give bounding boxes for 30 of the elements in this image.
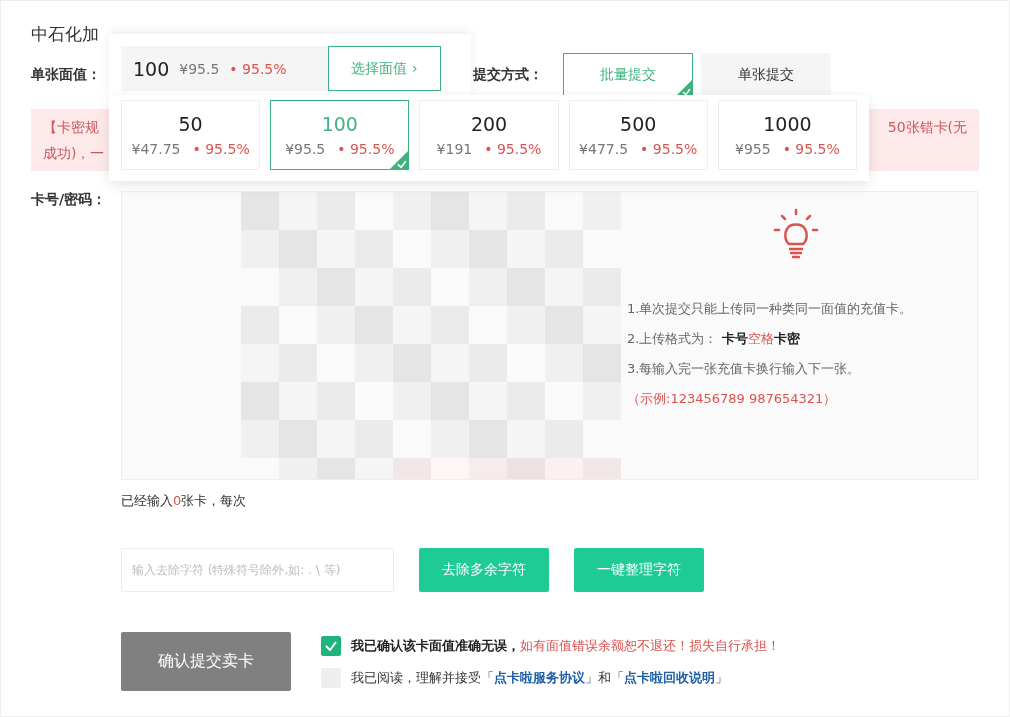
tip-text: 2.上传格式为： 卡号空格卡密	[627, 330, 801, 348]
card-input-area[interactable]: 1.单次提交只能上传同一种类同一面值的充值卡。 2.上传格式为： 卡号空格卡密 3.每输入完一张充值卡换行输入下一张。 （示例:123456789 987654321）	[121, 191, 978, 480]
warning-text: 50张错卡(无	[887, 119, 967, 137]
value-option[interactable]: 50 ¥47.75 • 95.5%	[121, 100, 261, 170]
value-option[interactable]: 100 ¥95.5 • 95.5%	[270, 100, 410, 170]
value-option[interactable]: 500 ¥477.5 • 95.5%	[568, 100, 708, 170]
warning-text: 成功)，一	[43, 145, 105, 163]
tip-text: （示例:123456789 987654321）	[627, 390, 838, 408]
amount-text: 100	[133, 57, 170, 80]
agreement-link[interactable]: 点卡啦回收说明	[624, 669, 715, 685]
checkbox[interactable]	[321, 635, 341, 656]
warning-text: 【卡密规	[43, 119, 100, 137]
agreement-text: 我已阅读，理解并接受「点卡啦服务协议」和「点卡啦回收说明」	[351, 668, 728, 687]
mode-option[interactable]: 单张提交	[701, 53, 831, 97]
field-label: 提交方式：	[473, 66, 544, 84]
page-title: 中石化加	[31, 23, 100, 46]
tip-text: 1.单次提交只能上传同一种类同一面值的充值卡。	[627, 300, 913, 318]
field-label: 卡号/密码：	[31, 191, 108, 209]
field-label: 单张面值：	[31, 66, 102, 84]
agreement-link[interactable]: 点卡啦服务协议	[494, 669, 585, 685]
strip-characters-field[interactable]: 输入去除字符 (特殊符号除外,如: . \ 等)	[121, 548, 394, 592]
rate-text: • 95.5%	[229, 60, 287, 77]
tip-text: 3.每输入完一张充值卡换行输入下一张。	[627, 360, 862, 378]
value-option[interactable]: 200 ¥191 • 95.5%	[419, 100, 559, 170]
card-count-text: 已经输入0张卡，每次	[121, 492, 248, 510]
confirm-submit-button[interactable]: 确认提交卖卡	[121, 632, 291, 691]
agreement-text: 我已确认该卡面值准确无误，如有面值错误余额恕不退还！损失自行承担！	[351, 636, 780, 655]
value-option[interactable]: 1000 ¥955 • 95.5%	[717, 100, 857, 170]
lightbulb-icon	[772, 208, 820, 260]
price-text: ¥95.5	[179, 60, 220, 77]
